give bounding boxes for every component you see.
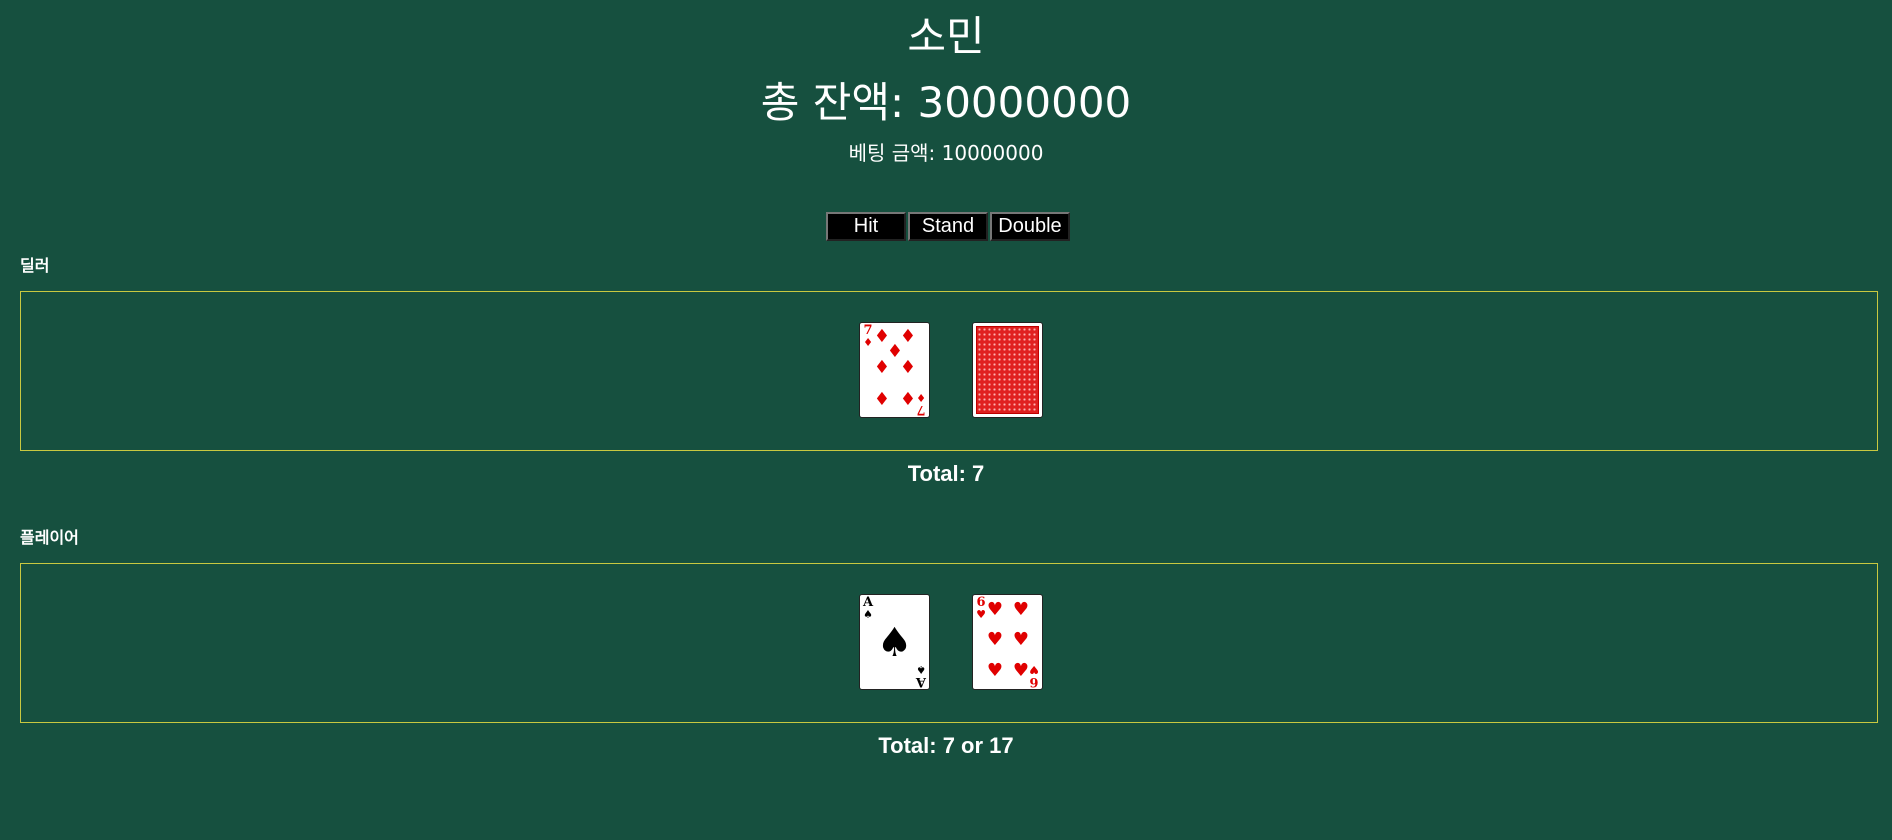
heart-icon: ♥ (1012, 599, 1030, 620)
dealer-label: 딜러 (20, 256, 50, 275)
heart-icon: ♥ (1029, 663, 1039, 676)
card-corner-bottom: A ♠ (915, 663, 927, 689)
player-hand: A ♠ ♠ A ♠ 6 ♥ ♥ ♥ ♥ ♥ ♥ ♥ 6 ♥ (859, 594, 1043, 690)
card-corner-bottom: 7 ♦ (915, 391, 927, 417)
player-card-ace-of-spades: A ♠ ♠ A ♠ (859, 594, 930, 690)
dealer-card-face-down (972, 322, 1043, 418)
dealer-hand: 7 ♦ ♦ ♦ ♦ ♦ ♦ ♦ ♦ 7 ♦ (859, 322, 1043, 418)
card-rank: 6 (1029, 674, 1039, 689)
spade-icon: ♠ (876, 620, 913, 666)
card-back-pattern (976, 326, 1039, 414)
bet-amount: 베팅 금액: 10000000 (848, 141, 1044, 165)
diamond-icon: ♦ (873, 389, 891, 410)
player-total: Total: 7 or 17 (878, 733, 1014, 758)
dealer-area: 7 ♦ ♦ ♦ ♦ ♦ ♦ ♦ ♦ 7 ♦ (20, 291, 1878, 451)
player-card-six-of-hearts: 6 ♥ ♥ ♥ ♥ ♥ ♥ ♥ 6 ♥ (972, 594, 1043, 690)
heart-icon: ♥ (1012, 629, 1030, 650)
dealer-total: Total: 7 (907, 461, 985, 486)
diamond-icon: ♦ (899, 357, 917, 378)
card-corner-bottom: 6 ♥ (1028, 663, 1040, 689)
spade-icon: ♠ (916, 663, 926, 676)
diamond-icon: ♦ (873, 357, 891, 378)
hit-button[interactable]: Hit (826, 212, 906, 241)
card-rank: A (915, 674, 927, 689)
double-button[interactable]: Double (990, 212, 1070, 241)
player-label: 플레이어 (20, 528, 79, 547)
action-controls: Hit Stand Double (826, 212, 1070, 241)
heart-icon: ♥ (986, 660, 1004, 681)
card-corner-top: A ♠ (862, 596, 874, 621)
heart-icon: ♥ (986, 629, 1004, 650)
player-area: A ♠ ♠ A ♠ 6 ♥ ♥ ♥ ♥ ♥ ♥ ♥ 6 ♥ (20, 563, 1878, 723)
dealer-card-seven-of-diamonds: 7 ♦ ♦ ♦ ♦ ♦ ♦ ♦ ♦ 7 ♦ (859, 322, 930, 418)
stand-button[interactable]: Stand (908, 212, 988, 241)
heart-icon: ♥ (986, 599, 1004, 620)
card-rank: 7 (916, 402, 926, 417)
total-balance: 총 잔액: 30000000 (760, 78, 1132, 127)
diamond-icon: ♦ (916, 391, 926, 404)
player-name: 소민 (907, 12, 985, 61)
spade-icon: ♠ (863, 608, 873, 621)
